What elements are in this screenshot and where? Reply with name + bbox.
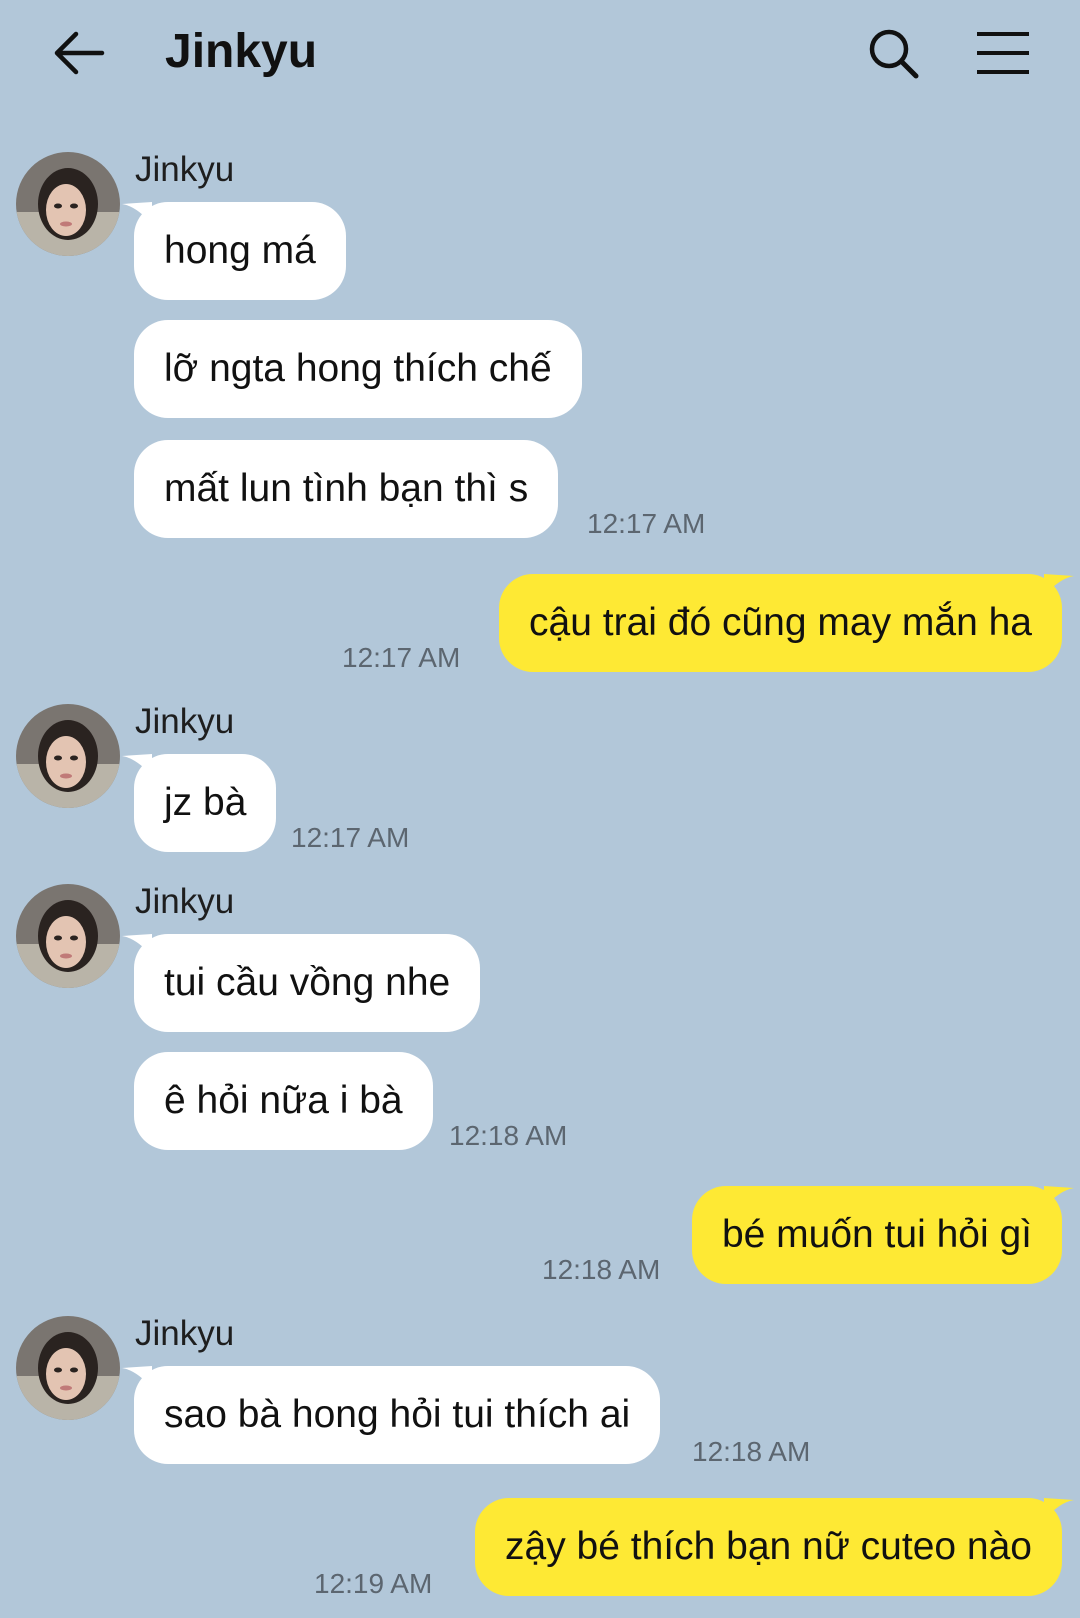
avatar[interactable] [16,152,120,256]
message-text: lỡ ngta hong thích chế [164,347,552,390]
message-bubble-outgoing[interactable]: bé muốn tui hỏi gì [691,1186,1074,1284]
message-text: zậy bé thích bạn nữ cuteo nào [505,1525,1032,1568]
sender-name: Jinkyu [135,882,235,921]
sender-name: Jinkyu [135,702,235,741]
bubble-tail [122,934,152,956]
message-time: 12:17 AM [587,508,706,539]
message-bubble-incoming[interactable]: hong má [122,202,346,300]
sender-name: Jinkyu [135,150,235,189]
message-text: tui cầu vồng nhe [164,961,451,1004]
bubble-tail [122,754,152,776]
message-bubble-incoming[interactable]: tui cầu vồng nhe [122,934,481,1032]
message-bubble-incoming[interactable]: sao bà hong hỏi tui thích ai [122,1366,661,1464]
message-time: 12:17 AM [291,822,410,853]
bubble-tail [1044,574,1074,596]
bubble-tail [1044,1186,1074,1208]
message-bubble-incoming[interactable]: lỡ ngta hong thích chế [134,320,582,418]
bubble-tail [122,202,152,224]
message-bubble-outgoing[interactable]: cậu trai đó cũng may mắn ha [499,574,1074,672]
message-text: ê hỏi nữa i bà [164,1079,403,1122]
avatar[interactable] [16,1316,120,1420]
back-button[interactable] [52,28,106,78]
menu-icon [977,32,1029,74]
search-button[interactable] [866,26,922,82]
message-text: sao bà hong hỏi tui thích ai [164,1393,631,1436]
avatar[interactable] [16,704,120,808]
message-text: jz bà [164,781,247,824]
message-text: bé muốn tui hỏi gì [721,1213,1032,1256]
message-time: 12:19 AM [314,1568,433,1599]
menu-button[interactable] [975,30,1031,76]
message-time: 12:18 AM [692,1436,811,1467]
message-time: 12:17 AM [342,642,461,673]
message-bubble-incoming[interactable]: mất lun tình bạn thì s [134,440,559,538]
message-bubble-incoming[interactable]: ê hỏi nữa i bà [134,1052,433,1150]
avatar[interactable] [16,884,120,988]
message-bubble-outgoing[interactable]: zậy bé thích bạn nữ cuteo nào [475,1498,1074,1596]
back-arrow-icon [54,31,105,75]
message-text: hong má [164,229,316,272]
search-icon [869,29,919,79]
chat-title: Jinkyu [165,25,318,78]
bubble-tail [122,1366,152,1388]
bubble-tail [1044,1498,1074,1520]
message-time: 12:18 AM [449,1120,568,1151]
profile-photo-icon [16,884,120,988]
message-text: mất lun tình bạn thì s [164,467,529,510]
profile-photo-icon [16,1316,120,1420]
message-time: 12:18 AM [542,1254,661,1285]
sender-name: Jinkyu [135,1314,235,1353]
profile-photo-icon [16,152,120,256]
message-text: cậu trai đó cũng may mắn ha [529,601,1032,644]
chat-header: Jinkyu [0,0,1080,110]
profile-photo-icon [16,704,120,808]
message-bubble-incoming[interactable]: jz bà [122,754,277,852]
